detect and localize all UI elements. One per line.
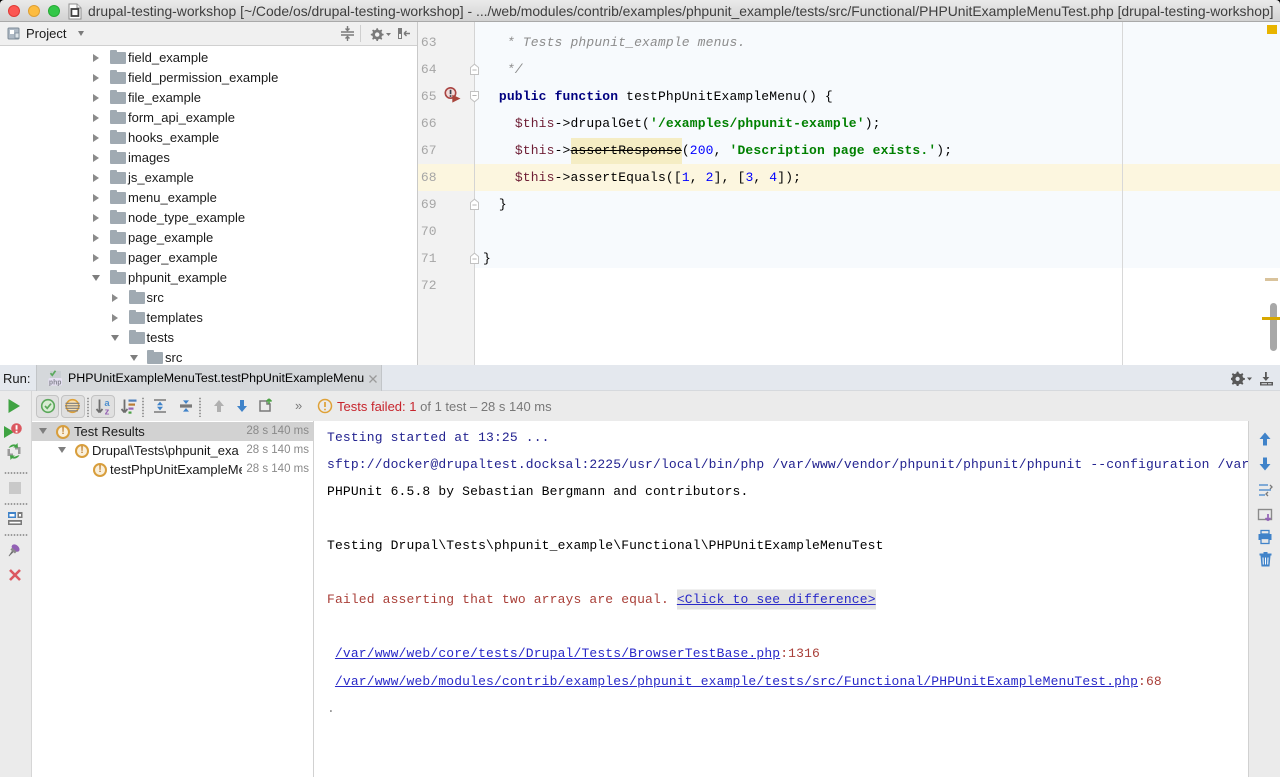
svg-text:z: z — [104, 407, 109, 416]
svg-text:php: php — [49, 379, 62, 387]
